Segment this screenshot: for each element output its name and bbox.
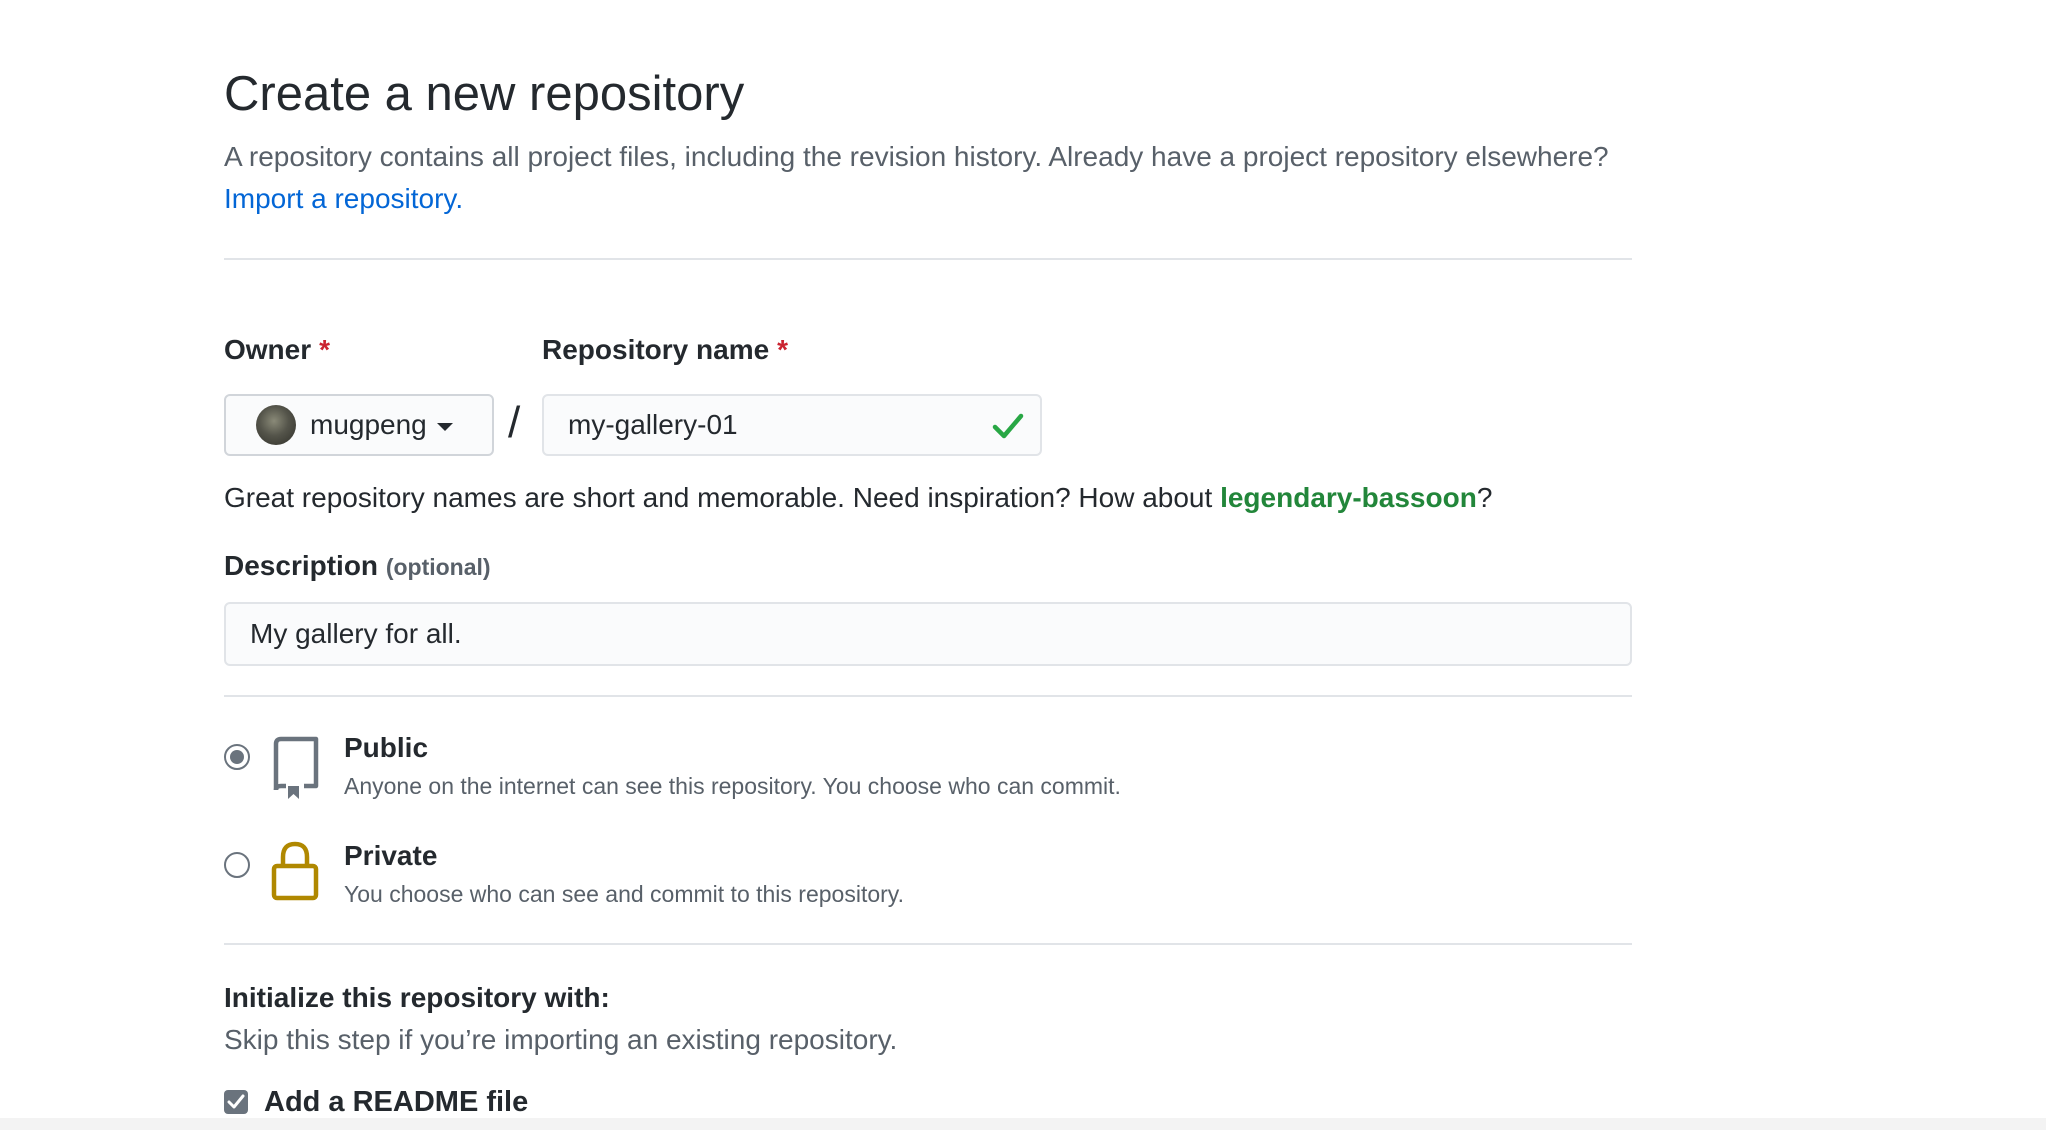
repository-name-label-text: Repository name (542, 334, 770, 365)
intro-text: A repository contains all project files,… (224, 136, 1632, 220)
initialize-subtitle: Skip this step if you’re importing an ex… (224, 1024, 898, 1055)
import-repository-link[interactable]: Import a repository. (224, 183, 463, 214)
repository-name-value: my-gallery-01 (568, 409, 738, 440)
public-option-description: Anyone on the internet can see this repo… (344, 773, 1121, 799)
intro-description: A repository contains all project files,… (224, 141, 1609, 172)
required-mark: * (777, 334, 789, 365)
hint-text: Great repository names are short and mem… (224, 482, 1213, 513)
owner-label: Owner * (224, 334, 330, 366)
repository-name-input[interactable]: my-gallery-01 (542, 394, 1042, 456)
repository-name-label: Repository name * (542, 334, 788, 366)
caret-down-icon (436, 422, 453, 431)
lock-icon (271, 841, 319, 901)
check-icon (992, 413, 1024, 439)
description-label-text: Description (224, 550, 379, 581)
owner-label-text: Owner (224, 334, 312, 365)
optional-label: (optional) (385, 554, 491, 580)
checkmark-icon (227, 1094, 245, 1109)
description-value: My gallery for all. (250, 618, 462, 649)
initialize-title: Initialize this repository with: (224, 982, 610, 1013)
repo-icon (273, 736, 319, 799)
avatar (256, 405, 296, 445)
readme-label[interactable]: Add a README file (264, 1086, 528, 1119)
bottom-edge (0, 1118, 2046, 1130)
repository-name-hint: Great repository names are short and mem… (224, 482, 1492, 514)
private-option-description: You choose who can see and commit to thi… (344, 881, 904, 907)
public-radio[interactable] (224, 744, 250, 770)
private-radio[interactable] (224, 852, 250, 878)
owner-value: mugpeng (310, 409, 427, 440)
page-title: Create a new repository (224, 67, 745, 121)
owner-repo-separator: / (508, 398, 521, 447)
owner-dropdown[interactable]: mugpeng (224, 394, 494, 456)
public-option-title: Public (344, 732, 429, 763)
required-mark: * (319, 334, 331, 365)
hint-suffix: ? (1476, 482, 1493, 513)
description-input[interactable]: My gallery for all. (224, 602, 1632, 666)
divider (224, 695, 1632, 697)
private-option-title: Private (344, 840, 438, 871)
readme-checkbox[interactable] (224, 1090, 248, 1114)
divider (224, 258, 1632, 260)
page: Create a new repository A repository con… (0, 0, 2046, 1130)
name-suggestion-link[interactable]: legendary-bassoon (1220, 482, 1477, 513)
description-label: Description (optional) (224, 550, 491, 582)
divider (224, 943, 1632, 945)
